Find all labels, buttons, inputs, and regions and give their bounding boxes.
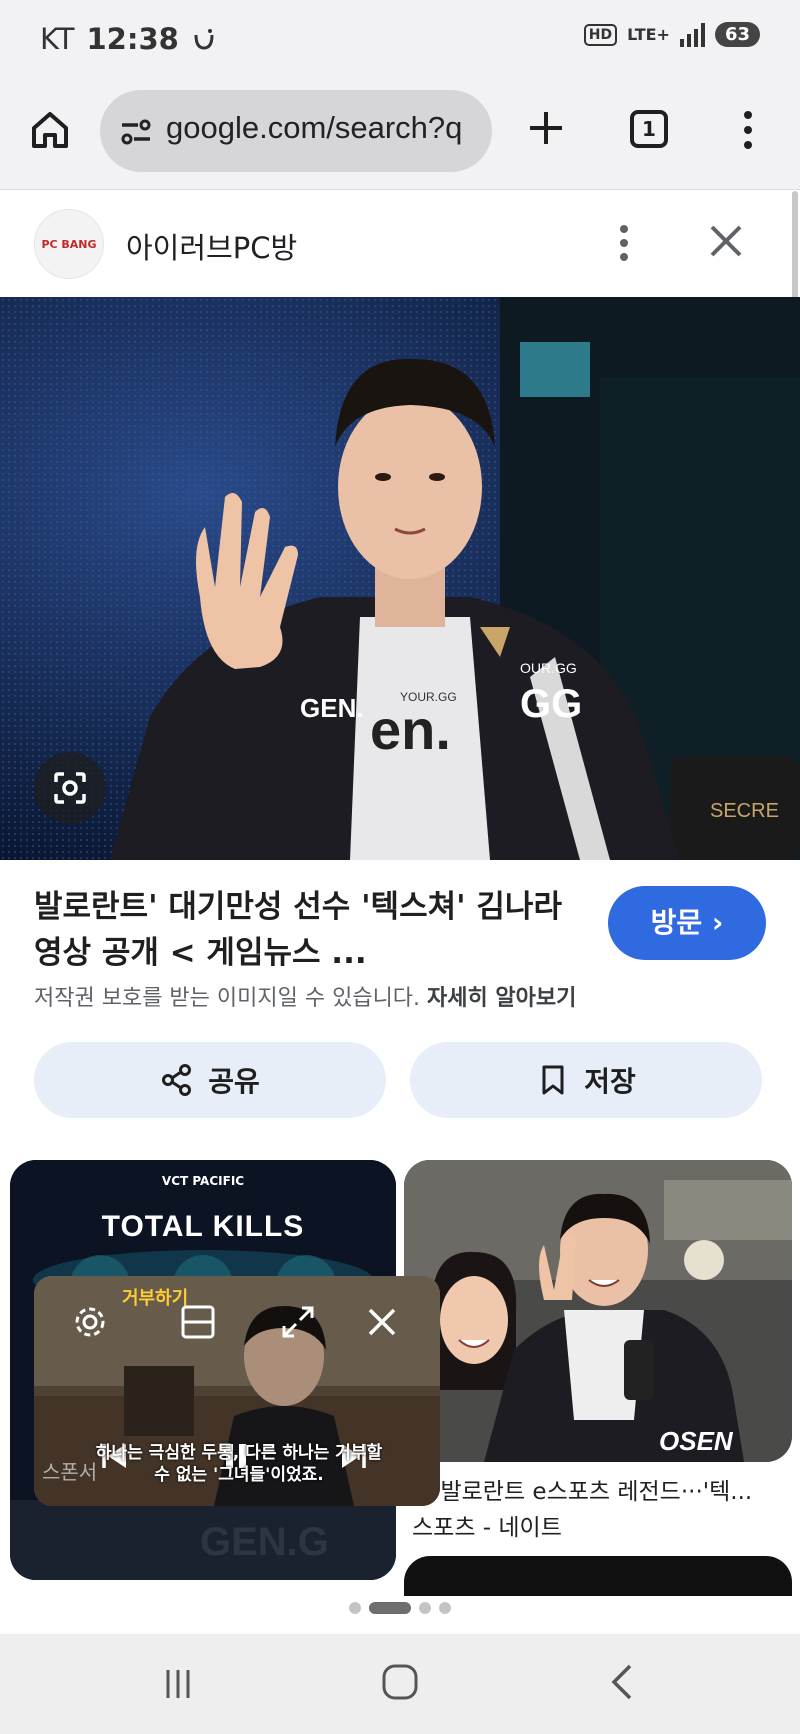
svg-text:YOUR.GG: YOUR.GG [400,690,457,704]
learn-more-link[interactable]: 자세히 알아보기 [427,986,576,1011]
page-indicator [0,1598,800,1618]
picture-in-picture-player[interactable]: 거부하기 스폰서 하나는 극심한 두통, 다른 하나는 거부할 수 없는 '그녀… [34,1276,440,1506]
subtitle-line-2: 수 없는 '그녀들'이었죠. [154,1465,324,1485]
site-info-icon[interactable] [118,114,154,150]
clock: 12:38 [86,22,179,56]
network-type: LTE+ [627,24,670,44]
home-icon[interactable] [28,108,72,152]
svg-text:en.: en. [370,698,451,761]
share-button[interactable]: 공유 [34,1042,386,1118]
page-dot [349,1602,361,1614]
url-text[interactable]: google.com/search?q [166,110,462,146]
resize-icon[interactable] [178,1302,218,1342]
system-nav-bar [0,1634,800,1734]
svg-text:GEN.G: GEN.G [200,1520,329,1564]
tab-switcher-button[interactable]: 1 [630,110,668,148]
close-icon[interactable] [706,221,746,261]
total-kills-title: TOTAL KILLS [101,1210,305,1243]
copyright-notice: 저작권 보호를 받는 이미지일 수 있습니다. 자세히 알아보기 [34,980,576,1012]
google-lens-button[interactable] [34,752,106,824]
expand-icon[interactable] [278,1302,318,1342]
visit-button[interactable]: 방문 › [608,886,766,960]
save-label: 저장 [584,1065,636,1098]
close-icon[interactable] [362,1302,402,1342]
lens-icon [54,772,86,804]
site-logo[interactable]: PC BANG [34,209,104,279]
player-photo: SECRE OUR.GG GG en. GEN. YOUR.GG [0,297,800,860]
related-image-card[interactable]: OSEN [404,1160,792,1462]
scrollbar[interactable] [792,191,798,301]
player-crowd-thumbnail: OSEN [404,1160,792,1462]
more-vert-icon[interactable] [614,221,634,265]
main-image[interactable]: SECRE OUR.GG GG en. GEN. YOUR.GG [0,297,800,860]
svg-text:GEN.: GEN. [300,693,364,723]
vct-pacific-logo: VCT PACIFIC [161,1174,245,1188]
signal-icon [679,22,705,47]
status-right: HD LTE+ 63 [583,22,760,47]
subtitle-line-1: 하나는 극심한 두통, 다른 하나는 거부할 [95,1443,383,1463]
new-tab-icon[interactable] [524,106,568,150]
svg-text:GG: GG [520,682,582,726]
more-vert-icon[interactable] [740,108,756,152]
site-name[interactable]: 아이러브PC방 [126,225,297,267]
copyright-text: 저작권 보호를 받는 이미지일 수 있습니다. [34,986,421,1011]
address-bar[interactable]: google.com/search?q [100,90,492,172]
page-dot [419,1602,431,1614]
related-image-card[interactable] [404,1556,792,1596]
svg-text:OUR.GG: OUR.GG [520,660,577,676]
osen-watermark: OSEN [659,1426,734,1456]
home-nav-icon[interactable] [380,1662,420,1702]
related-caption[interactable]: 국 발로란트 e스포츠 레전드···'텍... [412,1472,792,1506]
status-left: KT 12:38 [40,22,217,56]
result-title[interactable]: 발로란트' 대기만성 선수 '텍스쳐' 김나라 영상 공개 < 게임뉴스 ... [34,884,574,976]
share-label: 공유 [208,1065,260,1098]
share-icon [162,1064,192,1096]
recents-icon[interactable] [158,1664,198,1704]
page-dot [439,1602,451,1614]
battery-icon: 63 [714,22,760,47]
back-icon[interactable] [602,1662,642,1702]
settings-icon[interactable] [70,1302,110,1342]
page-dot-active [369,1602,411,1614]
svg-text:SECRE: SECRE [710,800,779,822]
browser-toolbar: google.com/search?q 1 [0,80,800,190]
pip-subtitle: 하나는 극심한 두통, 다른 하나는 거부할 수 없는 '그녀들'이었죠. [74,1442,404,1486]
smile-notification-icon [194,29,214,50]
status-bar: KT 12:38 HD LTE+ 63 [0,0,800,80]
bookmark-icon [542,1065,564,1095]
save-button[interactable]: 저장 [410,1042,762,1118]
image-viewer-header: PC BANG 아이러브PC방 [0,191,800,297]
carrier-label: KT [40,22,75,56]
hd-voice-icon: HD [583,23,618,46]
related-source[interactable]: 스포츠 - 네이트 [412,1508,562,1542]
